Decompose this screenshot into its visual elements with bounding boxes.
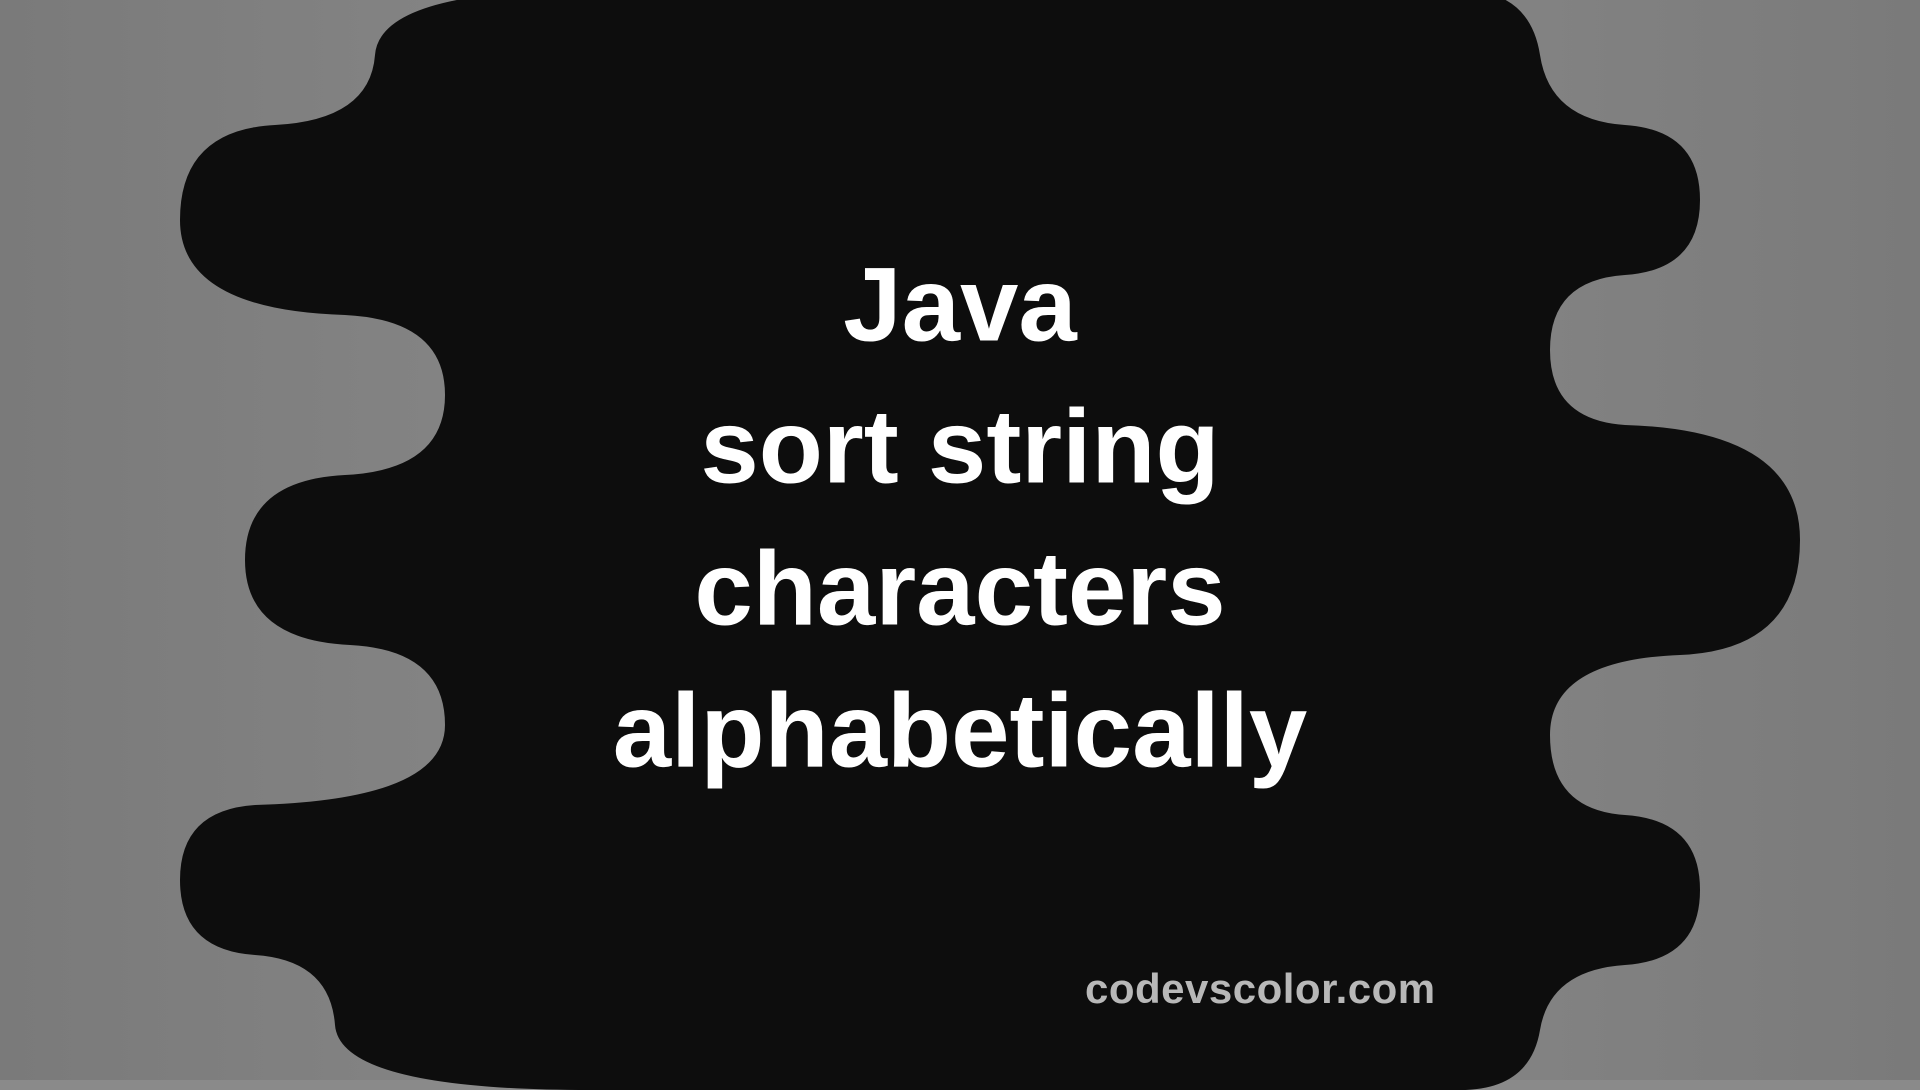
banner-canvas: Java sort string characters alphabetical… xyxy=(0,0,1920,1080)
title-block: Java sort string characters alphabetical… xyxy=(613,235,1307,802)
watermark-label: codevscolor.com xyxy=(1085,965,1436,1013)
banner-title: Java sort string characters alphabetical… xyxy=(613,235,1307,802)
